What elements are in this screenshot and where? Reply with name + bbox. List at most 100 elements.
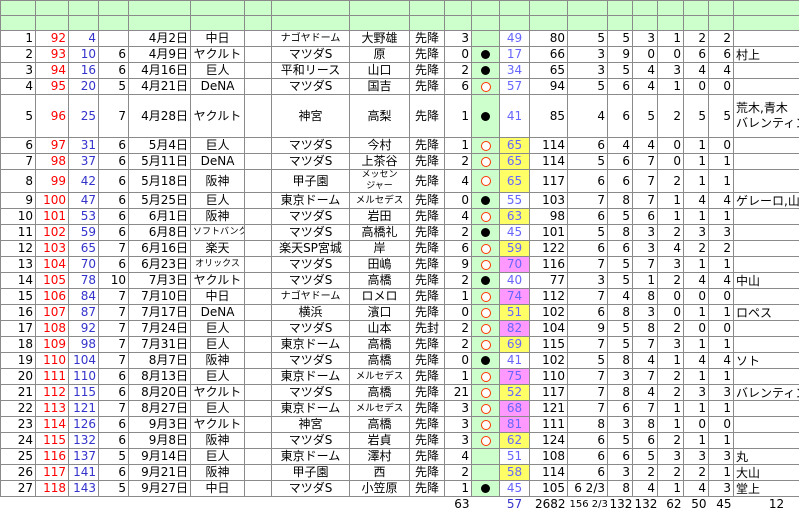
column-header <box>500 16 530 31</box>
decision-cell <box>472 95 500 138</box>
earned-runs-cell: 0 <box>709 321 734 337</box>
tgn-cell: 78 <box>69 273 99 289</box>
strikeouts-cell: 4 <box>633 481 658 497</box>
walks-cell: 1 <box>658 481 684 497</box>
loss-mark-icon <box>481 157 491 167</box>
runs-cell: 0 <box>684 417 709 433</box>
ipp-cell: 先降 <box>410 209 445 225</box>
db-cell <box>245 193 272 209</box>
game-log-table: 19244月2日中日ナゴヤドーム大野雄先降349805531222931064月… <box>0 0 799 512</box>
loss-mark-icon <box>481 436 491 446</box>
cgn-cell: 112 <box>36 385 69 401</box>
decision-cell <box>472 369 500 385</box>
stadium-cell: ナゴヤドーム <box>272 289 350 305</box>
cgn-cell: 103 <box>36 241 69 257</box>
dr-cell: 6 <box>99 170 129 193</box>
hits-cell: 6 <box>608 95 633 138</box>
opp-starter-cell: 高橋 <box>350 353 410 369</box>
game-score-cell: 69 <box>500 337 530 353</box>
win-mark-icon <box>481 484 490 493</box>
stadium-cell: マツダS <box>272 353 350 369</box>
run-support-cell: 6 <box>445 241 472 257</box>
opp-starter-cell: メッセン ジャー <box>350 170 410 193</box>
game-score-cell: 65 <box>500 154 530 170</box>
opp-cell: DeNA <box>191 305 245 321</box>
ip-cell: 7 <box>568 369 608 385</box>
dr-cell <box>99 31 129 47</box>
date-cell: 5月4日 <box>129 138 191 154</box>
column-header <box>191 1 245 16</box>
loss-mark-icon <box>481 82 491 92</box>
column-header <box>472 1 500 16</box>
date-cell: 7月31日 <box>129 337 191 353</box>
decision-cell <box>472 225 500 241</box>
dr-cell: 7 <box>99 321 129 337</box>
sgn-cell: 26 <box>1 465 36 481</box>
column-header <box>245 1 272 16</box>
total-hr-cell: 12 <box>734 497 799 512</box>
opp-cell: ヤクルト <box>191 95 245 138</box>
pitches-cell: 101 <box>530 225 568 241</box>
column-header <box>272 16 350 31</box>
column-header <box>445 1 472 16</box>
walks-cell: 3 <box>658 63 684 79</box>
ip-cell: 6 <box>568 241 608 257</box>
ipp-cell: 先降 <box>410 170 445 193</box>
db-cell <box>245 337 272 353</box>
dr-cell: 7 <box>99 337 129 353</box>
dr-cell: 6 <box>99 63 129 79</box>
ipp-cell: 先降 <box>410 369 445 385</box>
game-score-cell: 63 <box>500 209 530 225</box>
sgn-cell: 21 <box>1 385 36 401</box>
run-support-cell: 4 <box>445 449 472 465</box>
game-score-cell: 58 <box>500 465 530 481</box>
pitches-cell: 103 <box>530 193 568 209</box>
ipp-cell: 先降 <box>410 241 445 257</box>
hr-players-cell <box>734 138 799 154</box>
date-cell: 6月23日 <box>129 257 191 273</box>
earned-runs-cell: 3 <box>709 385 734 401</box>
db-cell <box>245 31 272 47</box>
pitches-cell: 121 <box>530 401 568 417</box>
dr-cell: 6 <box>99 465 129 481</box>
stadium-cell: マツダS <box>272 154 350 170</box>
stadium-cell: マツダS <box>272 225 350 241</box>
db-cell <box>245 433 272 449</box>
game-score-cell: 52 <box>500 385 530 401</box>
ip-cell: 6 <box>568 138 608 154</box>
date-cell: 8月20日 <box>129 385 191 401</box>
loss-mark-icon <box>481 244 491 254</box>
opp-starter-cell: 大野雄 <box>350 31 410 47</box>
date-cell: 8月27日 <box>129 401 191 417</box>
ip-cell: 3 <box>568 47 608 63</box>
total-pit-cell: 2682 <box>530 497 568 512</box>
pitches-cell: 112 <box>530 289 568 305</box>
walks-cell: 0 <box>658 154 684 170</box>
ipp-cell: 先降 <box>410 353 445 369</box>
hr-players-cell <box>734 321 799 337</box>
dr-cell: 6 <box>99 225 129 241</box>
game-score-cell: 45 <box>500 481 530 497</box>
run-support-cell: 3 <box>445 433 472 449</box>
run-support-cell: 1 <box>445 289 472 305</box>
earned-runs-cell: 0 <box>709 138 734 154</box>
walks-cell: 2 <box>658 225 684 241</box>
opp-cell: 楽天 <box>191 241 245 257</box>
sgn-cell: 13 <box>1 257 36 273</box>
column-header <box>1 1 36 16</box>
cgn-cell: 116 <box>36 449 69 465</box>
earned-runs-cell: 1 <box>709 257 734 273</box>
game-score-cell: 75 <box>500 369 530 385</box>
ip-cell: 5 <box>568 353 608 369</box>
date-cell: 4月9日 <box>129 47 191 63</box>
opp-cell: ヤクルト <box>191 273 245 289</box>
hits-cell: 8 <box>608 193 633 209</box>
cgn-cell: 100 <box>36 193 69 209</box>
ip-cell: 5 <box>568 154 608 170</box>
cgn-cell: 99 <box>36 170 69 193</box>
strikeouts-cell: 8 <box>633 417 658 433</box>
opp-starter-cell: 高橋 <box>350 385 410 401</box>
pitches-cell: 117 <box>530 385 568 401</box>
hr-players-cell <box>734 433 799 449</box>
hr-players-cell: ロペス <box>734 305 799 321</box>
